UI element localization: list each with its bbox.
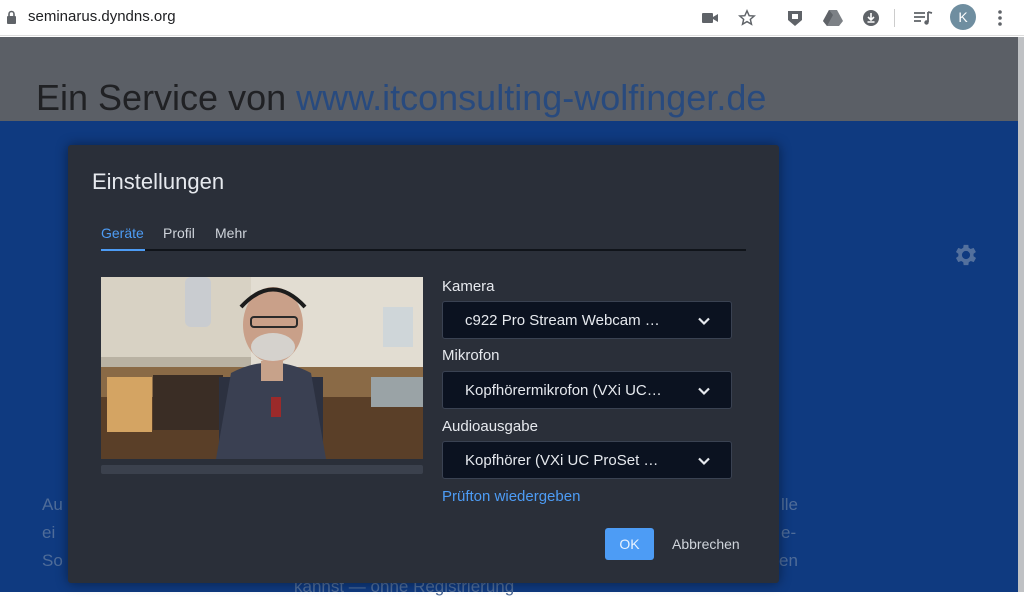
ok-button[interactable]: OK — [605, 528, 654, 560]
drive-icon[interactable] — [821, 6, 845, 30]
lock-icon — [7, 10, 16, 24]
tab-devices[interactable]: Geräte — [101, 225, 144, 241]
bg-text-fragment: ei — [42, 523, 56, 542]
bg-text-fragment: lle — [781, 495, 799, 514]
settings-dialog: Einstellungen Geräte Profil Mehr Kamera … — [68, 145, 779, 583]
browser-toolbar: seminarus.dyndns.org K — [0, 0, 1024, 36]
play-test-sound-link[interactable]: Prüfton wiedergeben — [442, 488, 580, 505]
avatar[interactable]: K — [950, 4, 976, 30]
page-title-prefix: Ein Service von — [36, 77, 297, 118]
camera-preview — [101, 277, 423, 459]
dialog-title: Einstellungen — [92, 169, 225, 194]
playlist-icon[interactable] — [911, 6, 935, 30]
mic-select-value: Kopfhörermikrofon (VXi UC… — [465, 382, 662, 399]
page-title-link[interactable]: www.itconsulting-wolfinger.de — [296, 77, 766, 118]
mic-select[interactable]: Kopfhörermikrofon (VXi UC… — [442, 371, 732, 409]
audio-level-bar — [101, 465, 423, 474]
toolbar-divider — [894, 9, 895, 27]
extension-icon[interactable] — [783, 6, 807, 30]
bg-text-fragment: e- — [781, 523, 797, 542]
gear-icon[interactable] — [952, 241, 980, 269]
audio-output-select[interactable]: Kopfhörer (VXi UC ProSet … — [442, 441, 732, 479]
mic-label: Mikrofon — [442, 347, 500, 364]
audio-output-label: Audioausgabe — [442, 418, 538, 435]
chevron-down-icon — [698, 317, 710, 326]
chevron-down-icon — [698, 457, 710, 466]
address-bar[interactable]: seminarus.dyndns.org — [28, 8, 176, 25]
active-tab-indicator — [101, 249, 145, 251]
star-icon[interactable] — [735, 6, 759, 30]
bg-text-fragment: Au — [42, 495, 63, 514]
download-icon[interactable] — [859, 6, 883, 30]
tab-more[interactable]: Mehr — [215, 225, 247, 241]
cancel-button[interactable]: Abbrechen — [672, 536, 740, 552]
scrollbar[interactable] — [1018, 37, 1024, 592]
bg-text-fragment: So — [42, 551, 63, 570]
tab-profile[interactable]: Profil — [163, 225, 195, 241]
camera-select[interactable]: c922 Pro Stream Webcam … — [442, 301, 732, 339]
audio-output-select-value: Kopfhörer (VXi UC ProSet … — [465, 452, 659, 469]
page-title: Ein Service von www.itconsulting-wolfing… — [36, 77, 766, 119]
camera-icon[interactable] — [698, 6, 722, 30]
camera-label: Kamera — [442, 278, 495, 295]
chevron-down-icon — [698, 387, 710, 396]
tab-bar: Geräte Profil Mehr — [101, 225, 746, 251]
camera-select-value: c922 Pro Stream Webcam … — [465, 312, 660, 329]
bg-text-fragment: en — [779, 551, 798, 570]
menu-icon[interactable] — [988, 6, 1012, 30]
